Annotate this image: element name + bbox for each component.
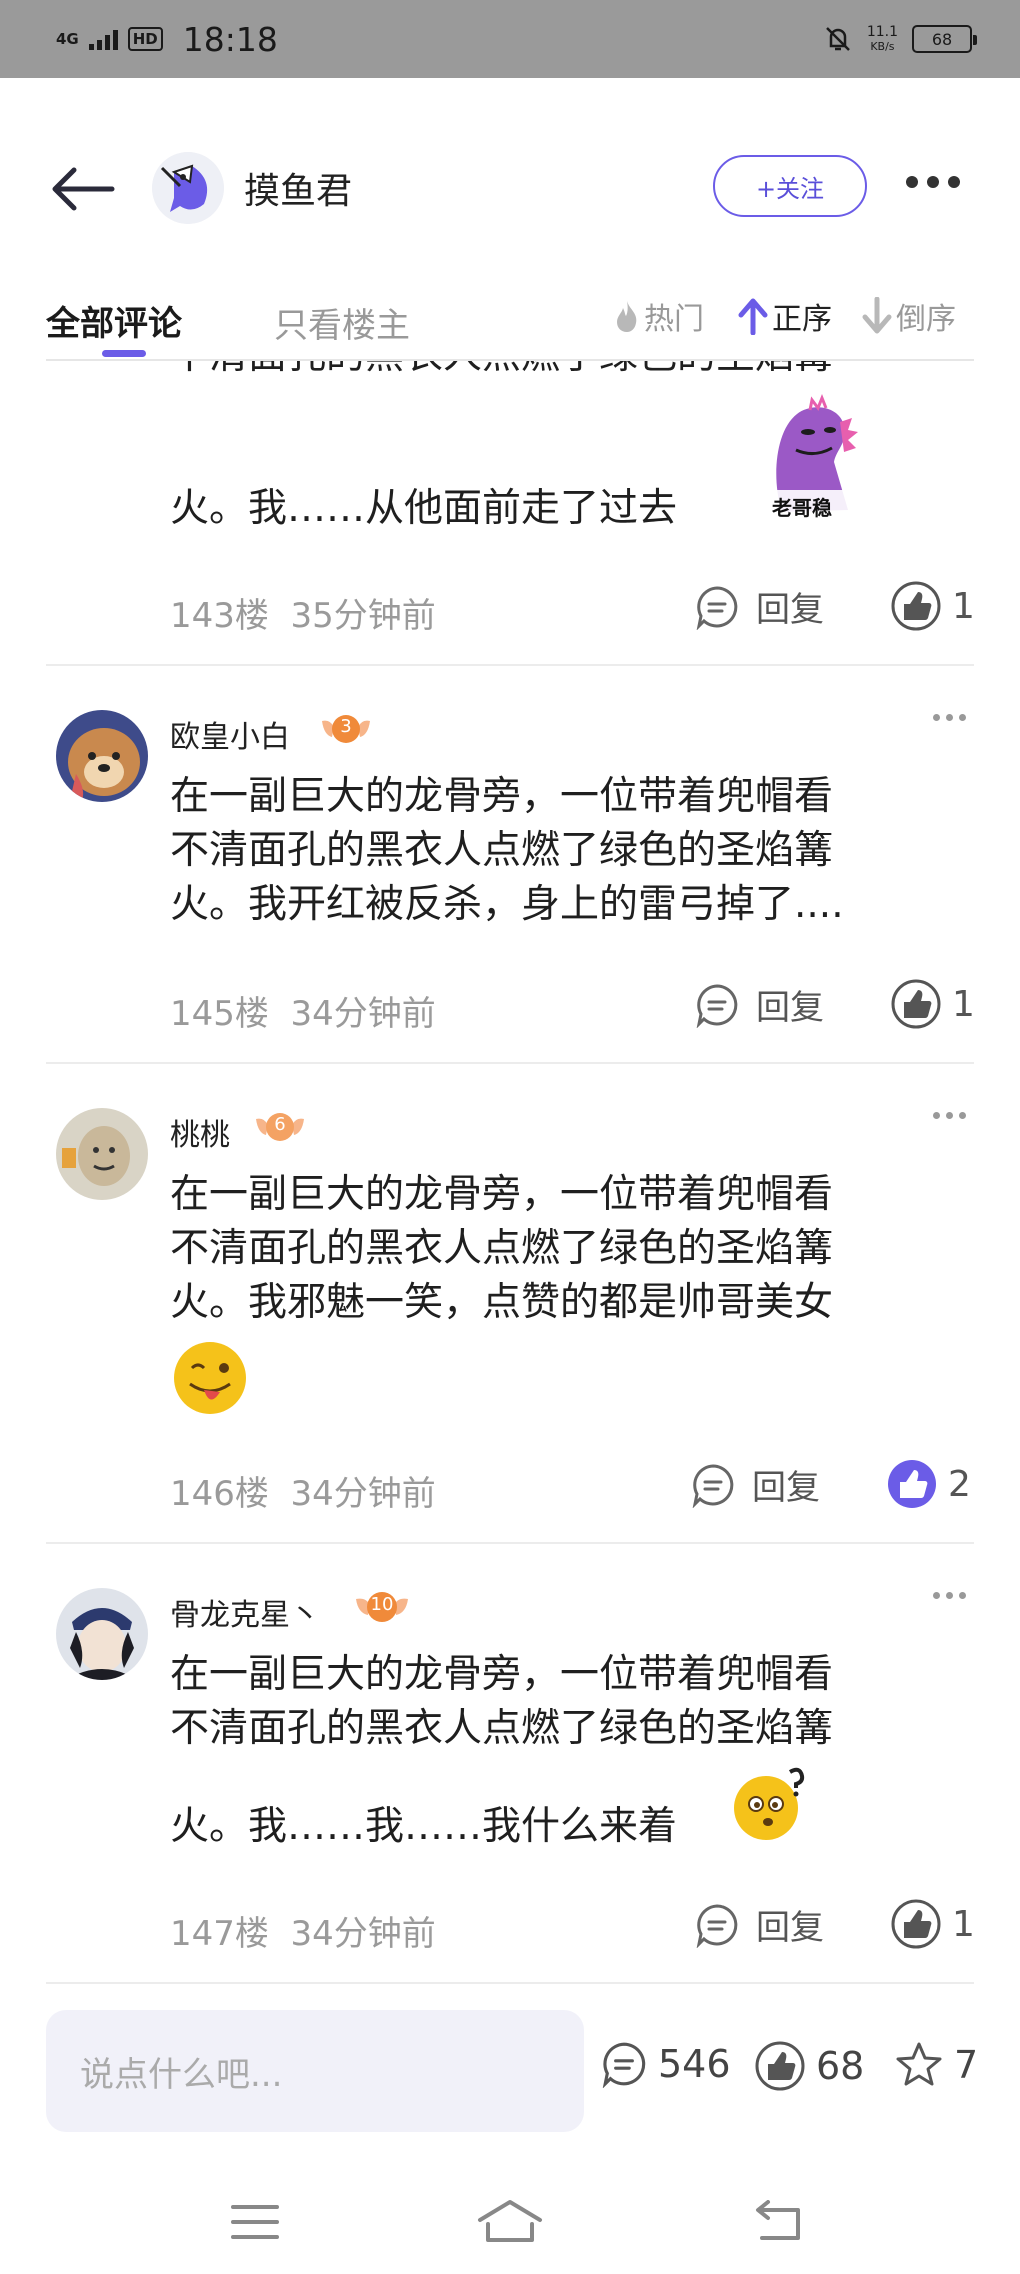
username[interactable]: 欧皇小白: [170, 712, 290, 756]
meme-face-avatar-icon: [56, 1108, 148, 1200]
comment-bubble-icon: [602, 2042, 646, 2088]
menu-icon[interactable]: [230, 2202, 280, 2242]
more-options-icon[interactable]: [906, 176, 960, 188]
dino-sticker: 老哥稳: [752, 392, 872, 522]
comment-time: 35分钟前: [290, 596, 436, 636]
thumbs-up-icon: [891, 979, 941, 1029]
anime-boy-avatar-icon: [56, 1588, 148, 1680]
floor-number: 143楼: [170, 596, 269, 636]
reply-button[interactable]: 回复: [694, 1900, 824, 1949]
reply-button[interactable]: 回复: [694, 980, 824, 1029]
sort-ascending[interactable]: 正序: [738, 294, 832, 338]
floor-number: 147楼: [170, 1914, 269, 1954]
avatar[interactable]: [56, 1588, 148, 1680]
comment-text-line: 火。我……从他面前走了过去: [170, 486, 678, 531]
status-bar: 4G HD 18:18 11.1 KB/s 68: [0, 0, 1020, 78]
reply-bubble-icon: [696, 1903, 738, 1948]
level-badge: 3: [316, 707, 376, 751]
floor-number: 145楼: [170, 994, 269, 1034]
tab-op-only[interactable]: 只看楼主: [274, 298, 410, 347]
tab-active-indicator: [102, 350, 146, 357]
comment-meta: 143楼 35分钟前: [170, 588, 436, 637]
tongue-wink-emoji-icon: [174, 1342, 246, 1414]
comment-more-icon[interactable]: [933, 1592, 966, 1599]
follow-button[interactable]: +关注: [713, 155, 867, 217]
comment-divider: [46, 1982, 974, 1984]
system-nav-bar: [0, 2180, 1020, 2274]
star-icon: [896, 2042, 942, 2086]
arrow-up-icon: [738, 298, 768, 335]
level-badge: 6: [250, 1105, 310, 1149]
signal-icon: [88, 28, 118, 50]
home-icon[interactable]: [476, 2198, 544, 2244]
comment-tabs: 全部评论 只看楼主 热门 正序 倒序: [0, 280, 1020, 360]
thumbs-up-icon: [755, 2041, 805, 2091]
comment-count-button[interactable]: 546: [600, 2040, 731, 2088]
sticker-caption: 老哥稳: [772, 496, 832, 520]
flame-icon: [617, 301, 637, 332]
avatar[interactable]: [56, 710, 148, 802]
comment-meta: 147楼 34分钟前: [170, 1906, 436, 1955]
comment-divider: [46, 1542, 974, 1544]
clock: 18:18: [182, 19, 278, 59]
reply-bubble-icon: [692, 1463, 734, 1508]
thumbs-up-icon: [891, 581, 941, 631]
comment-text-line: 火。我……我……我什么来着: [170, 1804, 678, 1849]
back-arrow-icon[interactable]: [50, 164, 116, 214]
battery-icon: 68: [912, 25, 977, 53]
comment-time: 34分钟前: [290, 1914, 436, 1954]
reply-bubble-icon: [696, 585, 738, 630]
comment-time: 34分钟前: [290, 1474, 436, 1514]
dog-avatar-icon: [56, 710, 148, 802]
comment-time: 34分钟前: [290, 994, 436, 1034]
comment-divider: [46, 1062, 974, 1064]
reply-bubble-icon: [696, 983, 738, 1028]
comment-input[interactable]: 说点什么吧...: [46, 2010, 584, 2132]
like-button[interactable]: 1: [890, 978, 975, 1030]
username[interactable]: 桃桃: [170, 1110, 230, 1154]
comment-text: 在一副巨大的龙骨旁，一位带着兜帽看 不清面孔的黑衣人点燃了绿色的圣焰篝: [170, 1652, 834, 1751]
like-button[interactable]: 1: [890, 1898, 975, 1950]
comment-more-icon[interactable]: [933, 1112, 966, 1119]
comment-text-line: 不清面孔的黑衣人点燃了绿色的圣焰篝: [170, 361, 833, 381]
author-name[interactable]: 摸鱼君: [244, 162, 352, 214]
thumbs-up-icon: [891, 1899, 941, 1949]
post-like-button[interactable]: 68: [754, 2040, 864, 2092]
net-speed: 11.1 KB/s: [866, 23, 898, 53]
comment-text: 在一副巨大的龙骨旁，一位带着兜帽看 不清面孔的黑衣人点燃了绿色的圣焰篝 火。我开…: [170, 774, 844, 927]
thumbs-up-filled-icon: [888, 1460, 936, 1508]
comment-meta: 146楼 34分钟前: [170, 1466, 436, 1515]
hd-icon: HD: [127, 27, 163, 51]
sort-hot[interactable]: 热门: [614, 294, 704, 338]
like-button-liked[interactable]: 2: [886, 1458, 971, 1510]
avatar[interactable]: [56, 1108, 148, 1200]
floor-number: 146楼: [170, 1474, 269, 1514]
confused-emoji-icon: [734, 1767, 805, 1840]
fish-logo-icon: [152, 152, 224, 224]
back-nav-icon[interactable]: [752, 2200, 804, 2242]
comment-more-icon[interactable]: [933, 714, 966, 721]
comment-text: 在一副巨大的龙骨旁，一位带着兜帽看 不清面孔的黑衣人点燃了绿色的圣焰篝 火。我邪…: [170, 1172, 834, 1325]
mute-icon: [825, 27, 850, 51]
comment-divider: [46, 664, 974, 666]
comment-meta: 145楼 34分钟前: [170, 986, 436, 1035]
username[interactable]: 骨龙克星丶: [170, 1590, 320, 1634]
reply-button[interactable]: 回复: [694, 582, 824, 631]
sort-descending[interactable]: 倒序: [862, 294, 956, 338]
like-button[interactable]: 1: [890, 580, 975, 632]
network-type: 4G: [56, 29, 79, 48]
page-header: 摸鱼君 +关注: [0, 140, 1020, 236]
author-avatar[interactable]: [152, 152, 224, 224]
favorite-button[interactable]: 7: [894, 2040, 978, 2090]
tab-all-comments[interactable]: 全部评论: [46, 296, 182, 345]
level-badge: 10: [352, 1585, 412, 1629]
reply-button[interactable]: 回复: [690, 1460, 820, 1509]
arrow-down-icon: [862, 297, 892, 334]
